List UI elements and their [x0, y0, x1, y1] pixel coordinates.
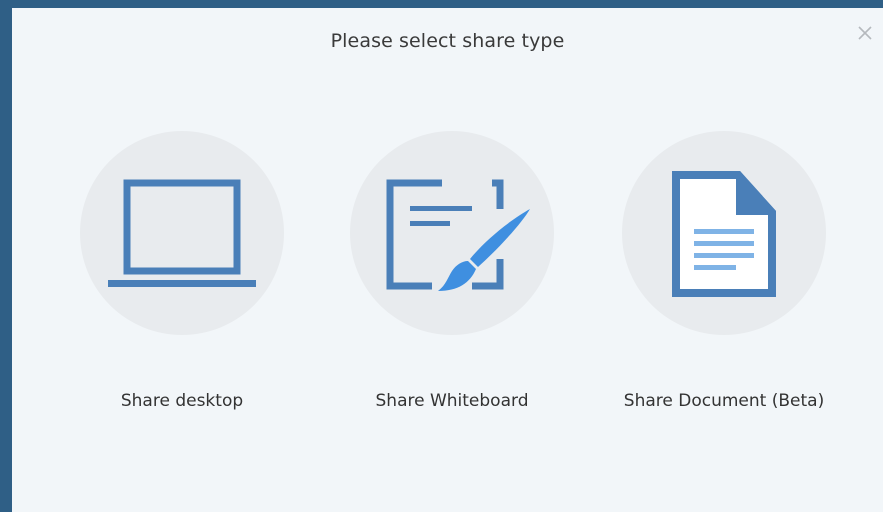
share-whiteboard-circle[interactable]	[350, 131, 554, 335]
dialog-title: Please select share type	[330, 30, 565, 52]
whiteboard-brush-icon	[386, 179, 530, 291]
share-desktop-circle[interactable]	[80, 131, 284, 335]
share-desktop-label: Share desktop	[120, 391, 244, 411]
share-document-option[interactable]: Share Document (Beta)	[604, 131, 844, 411]
laptop-icon	[108, 179, 256, 287]
share-desktop-option[interactable]: Share desktop	[62, 131, 302, 411]
share-type-dialog: Please select share type Share desktop S…	[12, 8, 883, 512]
close-icon[interactable]	[854, 22, 876, 44]
share-document-circle[interactable]	[622, 131, 826, 335]
share-whiteboard-option[interactable]: Share Whiteboard	[332, 131, 572, 411]
share-document-label: Share Document (Beta)	[623, 391, 825, 411]
share-whiteboard-label: Share Whiteboard	[375, 391, 529, 411]
document-icon	[672, 171, 776, 297]
